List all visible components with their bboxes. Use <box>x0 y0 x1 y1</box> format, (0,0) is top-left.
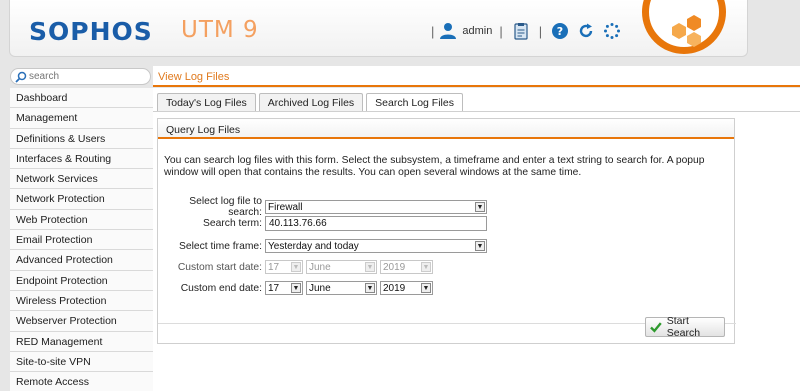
breadcrumb[interactable]: View Log Files <box>158 71 229 83</box>
search-term-row: Search term: <box>164 216 487 231</box>
search-term-label: Search term: <box>203 218 262 229</box>
sidebar-item-site-to-site-vpn[interactable]: Site-to-site VPN <box>10 351 153 373</box>
sidebar-item-web-protection[interactable]: Web Protection <box>10 209 153 231</box>
sidebar-item-network-protection[interactable]: Network Protection <box>10 189 153 210</box>
log-file-label: Select log file to search: <box>189 196 262 218</box>
start-date-label: Custom start date: <box>177 261 262 273</box>
svg-text:?: ? <box>557 25 563 38</box>
panel-intro-text: You can search log files with this form.… <box>164 155 705 178</box>
start-search-label: Start Search <box>666 315 701 339</box>
start-day-value: 17 <box>268 261 280 273</box>
log-file-value: Firewall <box>268 201 303 213</box>
start-date-row: Custom start date: 17 ▼ June ▼ 2019 ▼ <box>164 260 433 274</box>
header-toolbar: | admin | | ? <box>426 20 625 42</box>
start-month-select: June ▼ <box>306 260 377 274</box>
clipboard-icon[interactable] <box>512 22 530 40</box>
dropdown-arrow-icon[interactable]: ▼ <box>291 283 301 293</box>
time-frame-select[interactable]: Yesterday and today ▼ <box>265 239 487 253</box>
end-month-value: June <box>309 282 331 294</box>
check-icon <box>650 322 662 333</box>
dropdown-arrow-icon: ▼ <box>421 262 431 272</box>
end-day-select[interactable]: 17 ▼ <box>265 281 303 295</box>
sidebar-item-advanced-protection[interactable]: Advanced Protection <box>10 250 153 271</box>
time-frame-row: Select time frame: Yesterday and today ▼ <box>164 239 487 253</box>
end-date-label: Custom end date: <box>180 282 262 294</box>
spinner-icon <box>604 23 621 39</box>
sidebar-item-remote-access[interactable]: Remote Access <box>10 372 153 391</box>
help-icon[interactable]: ? <box>551 22 569 40</box>
product-name: UTM 9 <box>181 17 259 43</box>
sidebar-item-red-management[interactable]: RED Management <box>10 331 153 352</box>
tab-divider <box>153 111 800 112</box>
start-year-value: 2019 <box>383 261 406 273</box>
breadcrumb-bar: View Log Files <box>153 66 800 87</box>
sidebar-item-management[interactable]: Management <box>10 108 153 129</box>
admin-username[interactable]: admin <box>462 25 492 37</box>
separator: | <box>431 23 435 39</box>
dropdown-arrow-icon[interactable]: ▼ <box>365 283 375 293</box>
search-box[interactable] <box>10 68 151 85</box>
sidebar-item-interfaces-routing[interactable]: Interfaces & Routing <box>10 148 153 170</box>
time-frame-label: Select time frame: <box>179 240 262 252</box>
start-search-button[interactable]: Start Search <box>645 315 725 339</box>
end-year-value: 2019 <box>383 282 406 294</box>
tab-bar: Today's Log Files Archived Log Files Sea… <box>157 93 466 112</box>
main-content: Today's Log Files Archived Log Files Sea… <box>153 88 800 391</box>
log-file-row: Select log file to search: Firewall ▼ <box>164 196 487 218</box>
dropdown-arrow-icon: ▼ <box>365 262 375 272</box>
sidebar-item-endpoint-protection[interactable]: Endpoint Protection <box>10 270 153 291</box>
end-month-select[interactable]: June ▼ <box>306 281 377 295</box>
app-header: SOPHOS UTM 9 | admin | | ? <box>9 0 748 57</box>
query-panel: Query Log Files You can search log files… <box>157 118 736 344</box>
hexagon-icon <box>672 15 701 47</box>
reload-icon[interactable] <box>577 22 595 40</box>
separator: | <box>499 23 503 39</box>
user-icon[interactable] <box>439 22 457 40</box>
search-input[interactable] <box>29 71 139 82</box>
log-file-select[interactable]: Firewall ▼ <box>265 200 487 214</box>
dropdown-arrow-icon[interactable]: ▼ <box>421 283 431 293</box>
start-year-select: 2019 ▼ <box>380 260 433 274</box>
sidebar-item-email-protection[interactable]: Email Protection <box>10 230 153 251</box>
start-day-select: 17 ▼ <box>265 260 303 274</box>
sidebar-item-network-services[interactable]: Network Services <box>10 169 153 190</box>
panel-title: Query Log Files <box>158 119 734 139</box>
sophos-emblem <box>642 0 726 54</box>
sidebar-item-webserver-protection[interactable]: Webserver Protection <box>10 311 153 332</box>
sidebar-item-definitions-users[interactable]: Definitions & Users <box>10 128 153 149</box>
tab-search-log-files[interactable]: Search Log Files <box>366 93 463 112</box>
sidebar-item-wireless-protection[interactable]: Wireless Protection <box>10 290 153 312</box>
search-term-input[interactable] <box>265 216 487 231</box>
dropdown-arrow-icon[interactable]: ▼ <box>475 241 485 251</box>
end-date-row: Custom end date: 17 ▼ June ▼ 2019 ▼ <box>164 281 433 295</box>
separator: | <box>538 23 543 39</box>
time-frame-value: Yesterday and today <box>268 240 359 252</box>
tab-todays-log-files[interactable]: Today's Log Files <box>157 93 256 111</box>
sidebar-nav: Dashboard Management Definitions & Users… <box>10 88 153 391</box>
dropdown-arrow-icon[interactable]: ▼ <box>475 202 485 212</box>
sidebar-item-dashboard[interactable]: Dashboard <box>10 88 153 109</box>
start-month-value: June <box>309 261 331 273</box>
search-icon <box>15 71 27 83</box>
dropdown-arrow-icon: ▼ <box>291 262 301 272</box>
end-year-select[interactable]: 2019 ▼ <box>380 281 433 295</box>
sophos-logo: SOPHOS <box>29 17 153 46</box>
tab-archived-log-files[interactable]: Archived Log Files <box>258 93 364 111</box>
end-day-value: 17 <box>268 282 280 294</box>
